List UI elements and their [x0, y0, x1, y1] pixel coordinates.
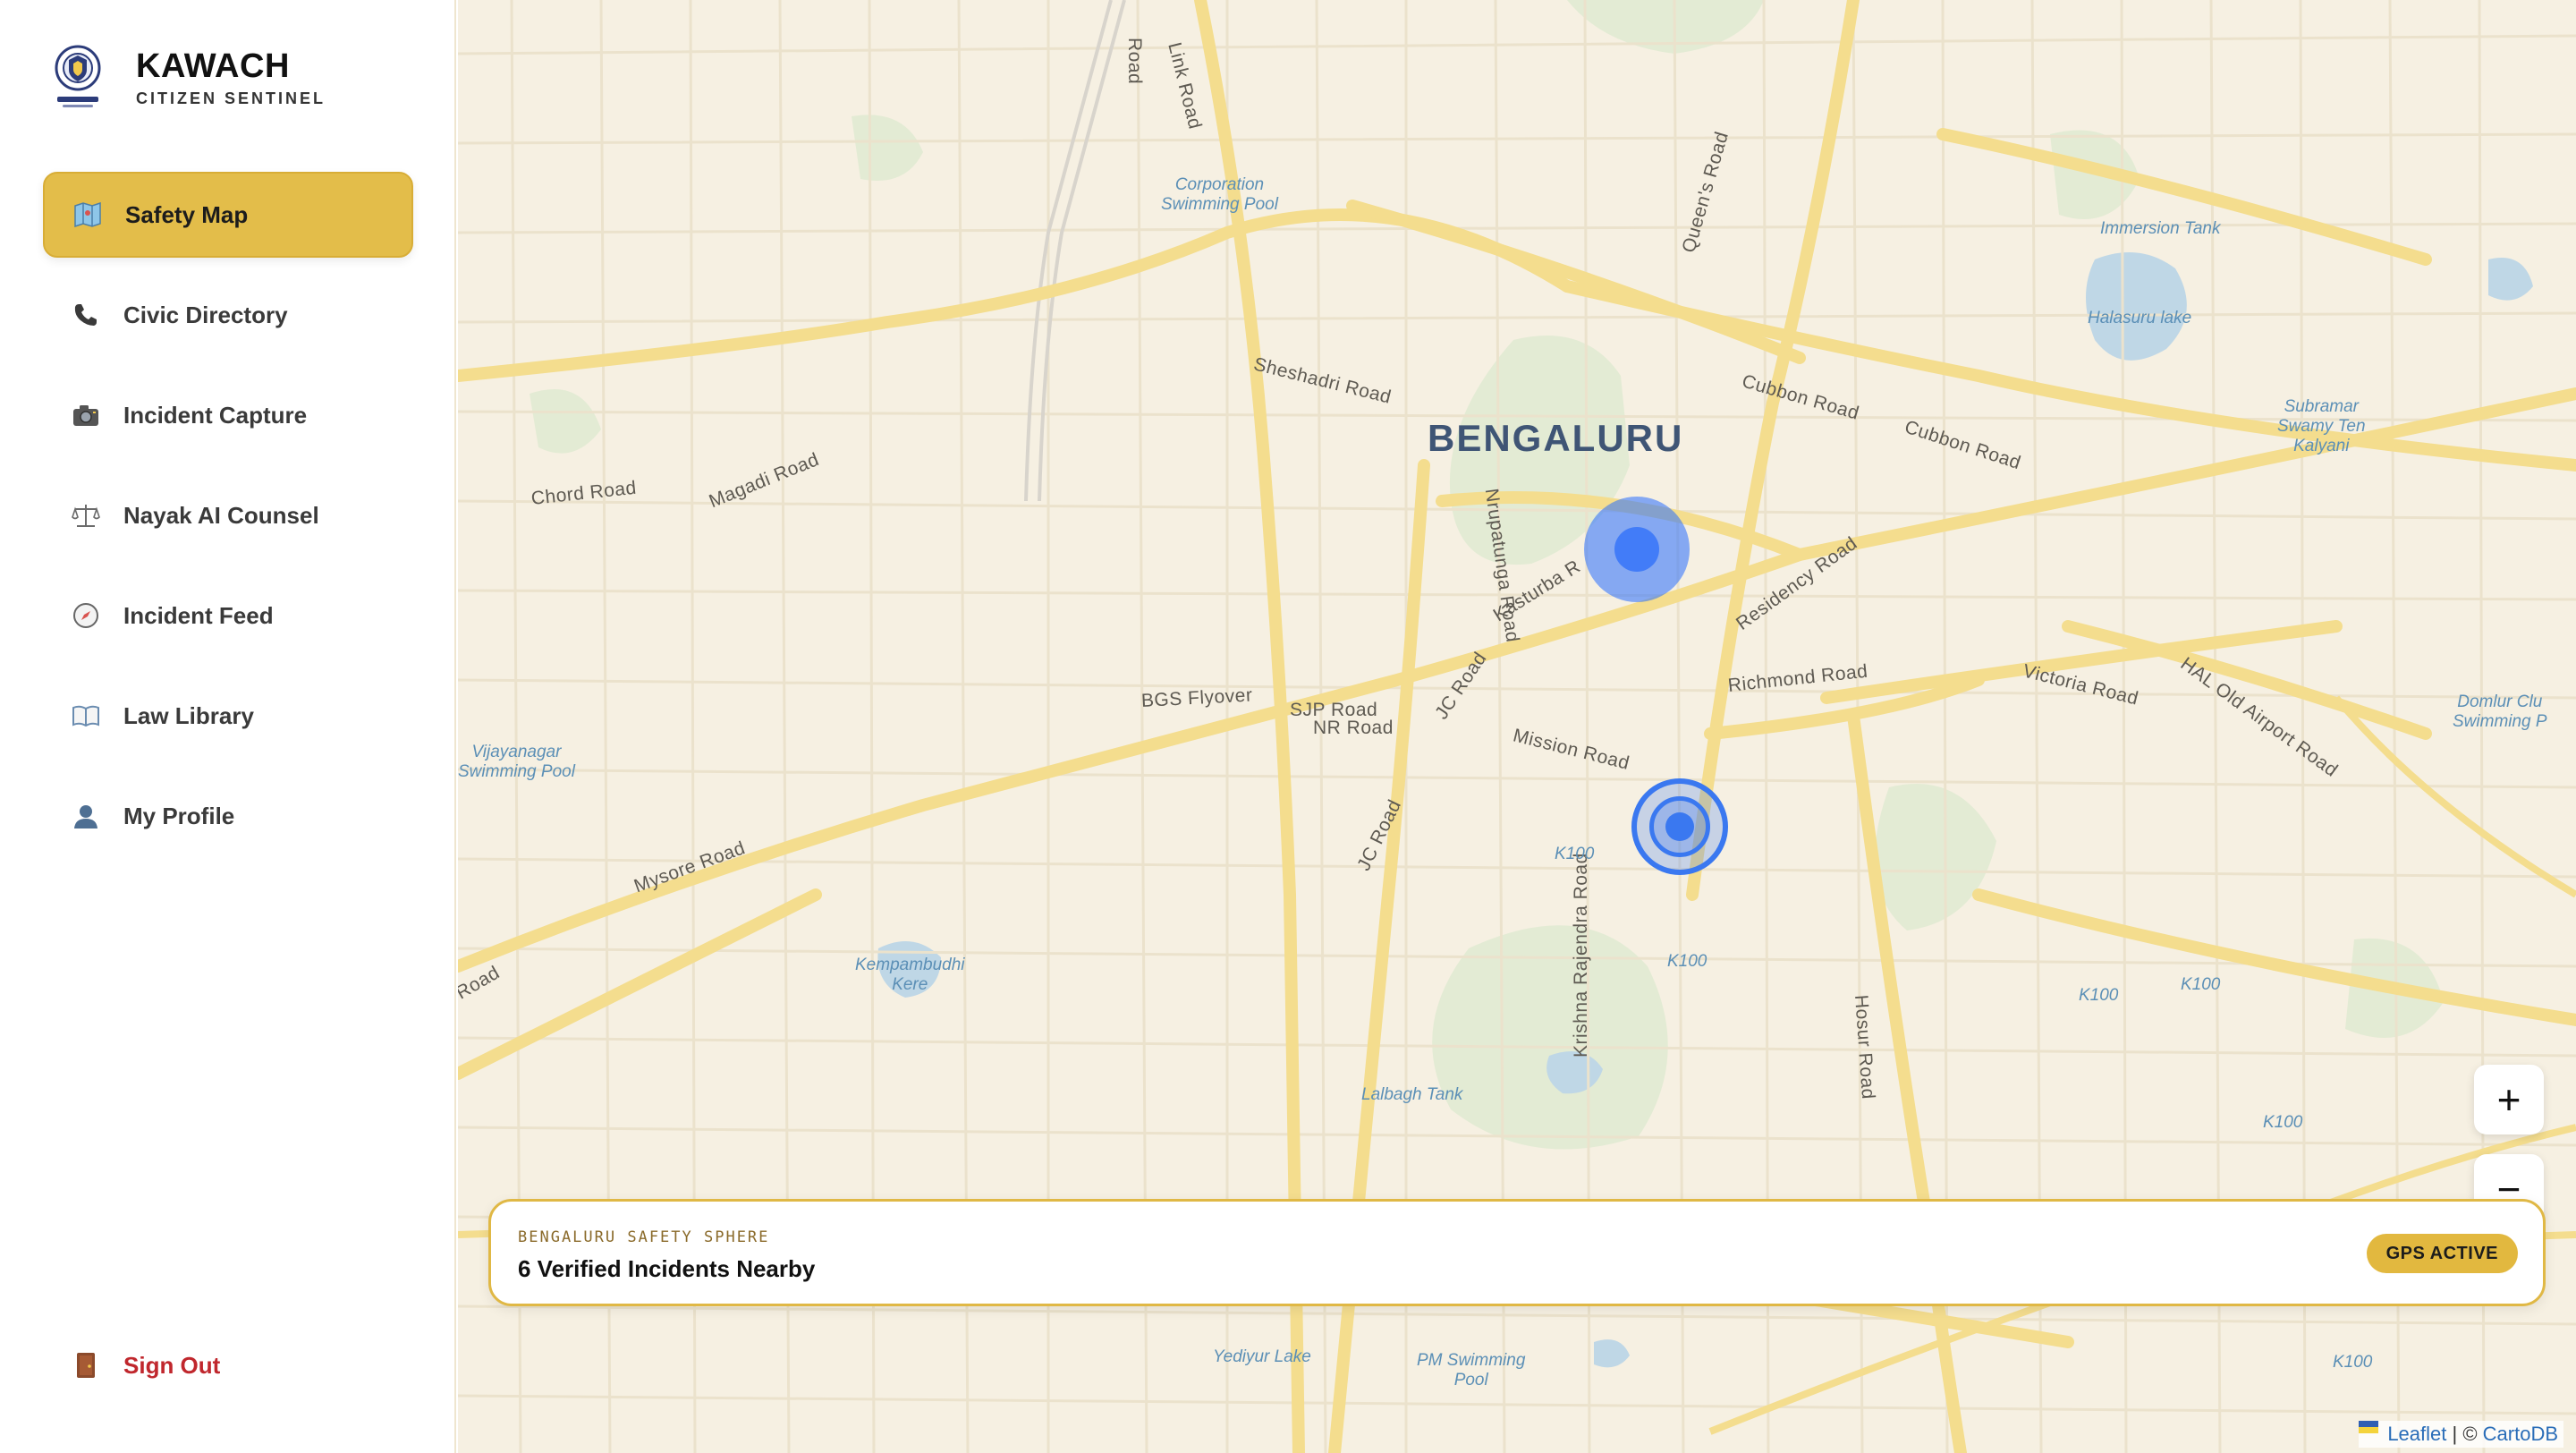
water-label: Corporation Swimming Pool [1161, 175, 1278, 214]
sidebar-item-safety-map[interactable]: Safety Map [43, 172, 413, 258]
sidebar-item-nayak-ai-counsel[interactable]: Nayak AI Counsel [43, 472, 413, 558]
water-label: PM Swimming Pool [1417, 1351, 1526, 1389]
leaflet-link[interactable]: Leaflet [2387, 1423, 2446, 1445]
highway-label: K100 [1555, 845, 1595, 863]
map-icon [72, 199, 104, 231]
sidebar-item-my-profile[interactable]: My Profile [43, 773, 413, 859]
brand-subtitle: CITIZEN SENTINEL [136, 89, 326, 107]
sidebar-item-civic-directory[interactable]: Civic Directory [43, 272, 413, 358]
brand-title: KAWACH [136, 47, 290, 85]
camera-icon [70, 399, 102, 431]
water-label: Kempambudhi Kere [855, 956, 965, 994]
water-label: Halasuru lake [2088, 309, 2192, 327]
water-label: Vijayanagar Swimming Pool [458, 743, 575, 781]
brand[interactable]: KAWACH CITIZEN SENTINEL [52, 43, 326, 111]
compass-icon [70, 599, 102, 632]
kawach-shield-logo-icon [55, 45, 101, 107]
sidebar-nav: Safety Map Civic Directory Incident Capt… [43, 172, 413, 873]
incident-marker[interactable] [1584, 497, 1690, 602]
sidebar-item-incident-capture[interactable]: Incident Capture [43, 372, 413, 458]
water-label: Yediyur Lake [1213, 1347, 1311, 1366]
sidebar-item-label: Law Library [123, 701, 254, 729]
gps-status-badge: GPS ACTIVE [2366, 1234, 2518, 1273]
water-label: Lalbagh Tank [1361, 1085, 1463, 1104]
highway-label: K100 [2079, 986, 2119, 1005]
water-label: Immersion Tank [2100, 219, 2221, 238]
sidebar-item-label: My Profile [123, 802, 235, 829]
incident-count-title: 6 Verified Incidents Nearby [518, 1255, 816, 1282]
road-label: NR Road [1313, 718, 1394, 738]
ukraine-flag-icon [2359, 1421, 2384, 1441]
user-icon [70, 800, 102, 832]
phone-icon [70, 299, 102, 331]
map-attribution: Leaflet | © CartoDB [2359, 1421, 2563, 1448]
sidebar-item-label: Incident Feed [123, 601, 274, 629]
sidebar-item-label: Nayak AI Counsel [123, 501, 319, 529]
sidebar: KAWACH CITIZEN SENTINEL Safety Map Civic… [0, 0, 456, 1453]
road-label: Krishna Rajendra Road [1571, 853, 1591, 1058]
highway-label: K100 [1667, 952, 1707, 971]
cartodb-link[interactable]: CartoDB [2483, 1423, 2558, 1445]
safety-sphere-kicker: BENGALURU SAFETY SPHERE [518, 1228, 770, 1246]
sidebar-item-label: Safety Map [125, 200, 249, 228]
door-icon [70, 1349, 102, 1381]
sidebar-item-incident-feed[interactable]: Incident Feed [43, 573, 413, 659]
user-location-marker[interactable] [1631, 778, 1728, 875]
attribution-separator: | © [2446, 1423, 2483, 1445]
sidebar-item-law-library[interactable]: Law Library [43, 673, 413, 759]
highway-label: K100 [2181, 975, 2221, 994]
sidebar-item-label: Incident Capture [123, 401, 308, 429]
sidebar-item-label: Civic Directory [123, 301, 288, 328]
zoom-in-button[interactable]: + [2474, 1065, 2544, 1134]
sign-out-label: Sign Out [123, 1351, 221, 1379]
book-icon [70, 700, 102, 732]
water-label: Subramar Swamy Ten Kalyani [2277, 397, 2366, 455]
highway-label: K100 [2263, 1113, 2303, 1132]
safety-sphere-card: BENGALURU SAFETY SPHERE 6 Verified Incid… [488, 1199, 2546, 1306]
water-label: Domlur Clu Swimming P [2453, 693, 2547, 731]
scales-icon [70, 499, 102, 531]
city-label: BENGALURU [1428, 417, 1684, 459]
sign-out-button[interactable]: Sign Out [70, 1349, 220, 1381]
road-label: Road [1124, 38, 1145, 85]
highway-label: K100 [2333, 1353, 2373, 1372]
